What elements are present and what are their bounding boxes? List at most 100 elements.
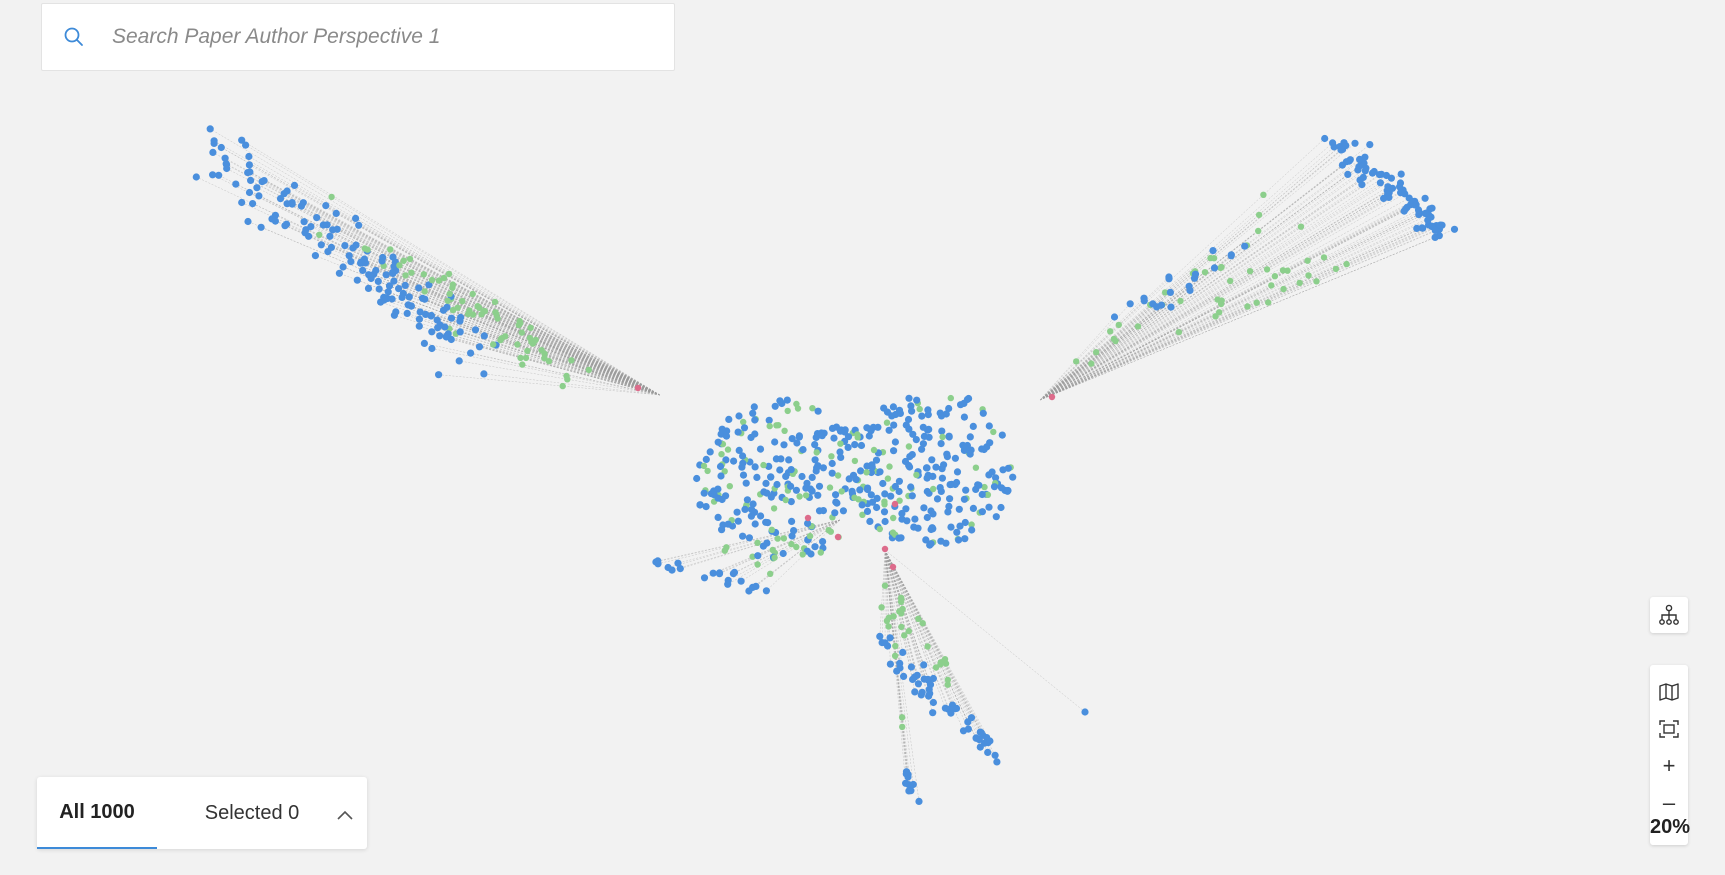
graph-node[interactable]	[1110, 313, 1119, 321]
graph-node[interactable]	[776, 466, 784, 474]
graph-node[interactable]	[1214, 296, 1221, 303]
graph-node[interactable]	[955, 505, 963, 513]
graph-node[interactable]	[446, 290, 453, 298]
tray-expand-button[interactable]	[333, 803, 357, 827]
graph-node[interactable]	[283, 200, 291, 208]
graph-node[interactable]	[710, 487, 718, 495]
graph-node[interactable]	[316, 231, 323, 238]
graph-node[interactable]	[951, 454, 960, 462]
graph-node[interactable]	[905, 627, 912, 635]
graph-node[interactable]	[907, 483, 915, 491]
graph-node[interactable]	[754, 539, 761, 546]
graph-node[interactable]	[399, 289, 407, 298]
graph-node[interactable]	[299, 199, 307, 207]
graph-node[interactable]	[780, 535, 788, 542]
graph-node[interactable]	[916, 405, 923, 413]
graph-node[interactable]	[946, 495, 954, 503]
graph-node[interactable]	[776, 397, 784, 405]
graph-node[interactable]	[938, 474, 947, 482]
graph-node[interactable]	[1241, 242, 1249, 250]
graph-node[interactable]	[771, 554, 778, 561]
graph-node[interactable]	[420, 339, 428, 347]
graph-node[interactable]	[811, 441, 819, 449]
graph-hub-node[interactable]	[634, 384, 642, 392]
graph-node[interactable]	[762, 518, 770, 526]
graph-node[interactable]	[735, 412, 743, 420]
graph-node[interactable]	[403, 309, 411, 317]
graph-node[interactable]	[920, 675, 928, 683]
graph-node[interactable]	[1260, 191, 1267, 198]
graph-node[interactable]	[718, 526, 726, 534]
graph-node[interactable]	[749, 409, 757, 417]
graph-node[interactable]	[700, 462, 708, 470]
graph-node[interactable]	[445, 270, 453, 278]
graph-node[interactable]	[480, 332, 488, 340]
graph-node[interactable]	[247, 176, 255, 184]
graph-node[interactable]	[1088, 360, 1095, 367]
layout-button[interactable]	[1650, 597, 1688, 633]
graph-node[interactable]	[1436, 221, 1444, 229]
graph-node[interactable]	[427, 312, 435, 320]
graph-node[interactable]	[907, 402, 915, 410]
graph-node[interactable]	[305, 232, 313, 240]
graph-hub-node[interactable]	[881, 545, 889, 553]
graph-node[interactable]	[896, 659, 904, 668]
graph-node[interactable]	[787, 498, 795, 506]
graph-node[interactable]	[724, 446, 732, 453]
graph-node[interactable]	[715, 570, 724, 578]
graph-node[interactable]	[926, 689, 934, 698]
graph-node[interactable]	[1177, 297, 1184, 305]
graph-node[interactable]	[873, 494, 881, 502]
graph-node[interactable]	[714, 438, 722, 446]
graph-node[interactable]	[911, 515, 919, 523]
graph-node[interactable]	[718, 451, 725, 458]
graph-node[interactable]	[434, 324, 442, 332]
graph-node[interactable]	[762, 479, 770, 487]
graph-node[interactable]	[514, 341, 521, 348]
graph-node[interactable]	[457, 313, 465, 321]
graph-node[interactable]	[885, 623, 892, 630]
graph-node[interactable]	[192, 173, 200, 181]
graph-node[interactable]	[899, 723, 906, 731]
graph-node[interactable]	[389, 269, 397, 277]
graph-node[interactable]	[1305, 272, 1312, 279]
graph-node[interactable]	[990, 428, 997, 436]
graph-node[interactable]	[781, 427, 788, 434]
graph-node[interactable]	[904, 770, 912, 779]
graph-node[interactable]	[323, 221, 331, 229]
graph-node[interactable]	[249, 200, 257, 208]
graph-node[interactable]	[311, 252, 319, 260]
graph-node[interactable]	[774, 535, 781, 542]
graph-node[interactable]	[924, 643, 931, 650]
graph-node[interactable]	[885, 426, 893, 434]
graph-node[interactable]	[502, 333, 509, 340]
graph-node[interactable]	[1190, 274, 1199, 282]
graph-node[interactable]	[833, 499, 841, 507]
graph-node[interactable]	[960, 399, 968, 407]
graph-node[interactable]	[449, 284, 456, 291]
graph-node[interactable]	[242, 141, 250, 149]
graph-node[interactable]	[898, 714, 906, 721]
graph-node[interactable]	[906, 463, 914, 471]
zoom-out-button[interactable]: –	[1650, 786, 1688, 820]
graph-node[interactable]	[380, 293, 388, 301]
graph-node[interactable]	[1126, 300, 1134, 308]
graph-hub-node[interactable]	[804, 514, 812, 522]
graph-node[interactable]	[978, 445, 986, 453]
graph-node[interactable]	[907, 663, 916, 671]
graph-node[interactable]	[734, 428, 742, 436]
graph-node[interactable]	[1366, 141, 1374, 149]
graph-node[interactable]	[783, 396, 791, 404]
graph-node[interactable]	[808, 487, 816, 495]
graph-node[interactable]	[428, 328, 436, 336]
graph-node[interactable]	[353, 276, 361, 284]
graph-node[interactable]	[223, 164, 231, 173]
graph-node[interactable]	[918, 412, 926, 420]
graph-node[interactable]	[969, 422, 977, 430]
graph-node[interactable]	[1380, 194, 1388, 202]
graph-node[interactable]	[674, 559, 682, 567]
graph-node[interactable]	[817, 549, 824, 556]
graph-node[interactable]	[808, 473, 816, 481]
graph-node[interactable]	[911, 688, 919, 696]
graph-node[interactable]	[854, 434, 861, 441]
